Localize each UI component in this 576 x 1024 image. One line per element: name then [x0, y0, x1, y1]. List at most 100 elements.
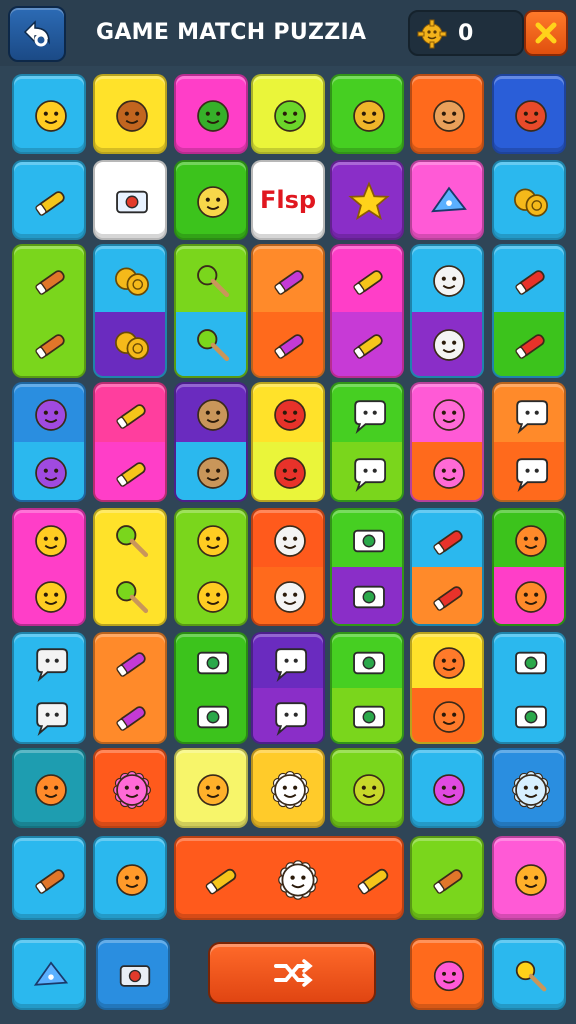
tile-sausage-and-cat[interactable] — [410, 508, 484, 626]
tile-hammer-and-virus[interactable] — [93, 382, 167, 502]
tile-sushi-roll[interactable] — [492, 74, 566, 154]
device-icon — [119, 965, 151, 987]
snowflake-face-icon — [512, 771, 550, 809]
crayon-icon — [35, 270, 65, 295]
back-button[interactable] — [8, 6, 66, 62]
coins-icon — [115, 331, 149, 360]
tile-pen-and-torch[interactable] — [251, 244, 325, 378]
lollipop-icon — [116, 524, 149, 557]
tile-horn-and-pink-face[interactable] — [410, 632, 484, 744]
tile-lion[interactable] — [492, 836, 566, 920]
tile-ghost-and-fish[interactable] — [12, 632, 86, 744]
tile-smiley-and-blue-blob[interactable] — [174, 508, 248, 626]
green-blob-icon — [274, 100, 306, 132]
tile-coins-and-cross[interactable] — [93, 244, 167, 378]
tile-eyes-and-ghost[interactable] — [251, 632, 325, 744]
smiley-face-icon — [197, 581, 229, 614]
tile-purple-crayon[interactable] — [12, 836, 86, 920]
camera-icon — [353, 586, 385, 609]
bottom-cheese-block[interactable] — [12, 938, 86, 1010]
camera-icon — [197, 705, 229, 729]
tile-cat-and-crossbones[interactable] — [410, 244, 484, 378]
cheese-icon — [33, 961, 69, 986]
tile-green-blob[interactable] — [251, 74, 325, 154]
tile-purple-crayon-2[interactable] — [410, 836, 484, 920]
bottom-alarm-clock[interactable] — [410, 938, 484, 1010]
tile-brown-bear[interactable] — [93, 74, 167, 154]
lollipop-icon — [116, 581, 149, 614]
bat-icon — [274, 524, 306, 557]
tile-sun-face[interactable] — [251, 748, 325, 828]
tile-hamster[interactable] — [330, 74, 404, 154]
bat-icon — [274, 581, 306, 614]
shuffle-button[interactable] — [208, 942, 376, 1004]
tile-marker-and-ghost[interactable] — [330, 244, 404, 378]
lion-icon — [515, 864, 547, 896]
tile-smiley-face[interactable] — [12, 74, 86, 154]
tile-camera-and-checkbox[interactable] — [174, 632, 248, 744]
tile-bread-bun[interactable] — [410, 74, 484, 154]
horn-icon — [433, 701, 465, 733]
tile-camera-and-fish[interactable] — [492, 632, 566, 744]
camera-icon — [197, 651, 229, 675]
camera-icon — [353, 705, 385, 729]
tile-berry-and-banana[interactable] — [251, 382, 325, 502]
tile-cheese[interactable] — [410, 160, 484, 240]
tile-speech-and-key[interactable] — [330, 382, 404, 502]
candy-icon — [116, 652, 146, 677]
tile-bat-and-blue-face[interactable] — [251, 508, 325, 626]
speech-bubble-icon — [354, 458, 387, 492]
tile-photo-card[interactable] — [93, 160, 167, 240]
tile-fish-and-monkey[interactable] — [492, 508, 566, 626]
tile-pink-dragon[interactable] — [410, 748, 484, 828]
tile-candy-and-strawberry[interactable] — [93, 632, 167, 744]
tile-lollipop-and-strawberry[interactable] — [93, 508, 167, 626]
coins-icon — [514, 188, 548, 217]
berry-icon — [274, 456, 306, 489]
score-value: 0 — [458, 21, 474, 46]
close-button[interactable] — [524, 10, 568, 56]
tile-marker[interactable] — [12, 160, 86, 240]
tile-lollipop-and-bird[interactable] — [174, 244, 248, 378]
tile-bird-and-banana[interactable] — [12, 508, 86, 626]
pen-icon — [274, 270, 304, 295]
tile-orange-blob[interactable] — [174, 748, 248, 828]
tile-snowflake-face[interactable] — [492, 748, 566, 828]
bottom-device[interactable] — [96, 938, 170, 1010]
sun-flower-icon — [113, 771, 151, 809]
key-icon — [515, 960, 547, 992]
tile-pear[interactable] — [330, 748, 404, 828]
smiley-face-icon — [197, 524, 229, 557]
tile-flsp-card[interactable]: Flsp — [251, 160, 325, 240]
tile-camera-and-pink-face[interactable] — [330, 508, 404, 626]
tile-power-tile[interactable] — [174, 836, 404, 920]
tile-camera-and-rock[interactable] — [330, 632, 404, 744]
shuffle-icon — [274, 959, 313, 987]
marker-icon — [353, 270, 383, 295]
bottom-key[interactable] — [492, 938, 566, 1010]
photo-card-icon — [116, 190, 148, 214]
tile-coins[interactable] — [492, 160, 566, 240]
cheese-icon — [431, 186, 467, 213]
back-arrow-icon — [23, 20, 50, 47]
tile-sausage-and-swirl[interactable] — [492, 244, 566, 378]
tile-sun-flower[interactable] — [93, 748, 167, 828]
close-icon — [535, 22, 557, 44]
tile-fish-face[interactable] — [12, 748, 86, 828]
tile-giraffe[interactable] — [174, 160, 248, 240]
purple-blob-icon — [35, 456, 67, 489]
tile-star[interactable] — [330, 160, 404, 240]
alarm-clock-icon — [433, 960, 465, 992]
tile-bubble-and-strawberry[interactable] — [492, 382, 566, 502]
sausage-icon — [433, 586, 463, 612]
hammer-icon — [116, 404, 146, 429]
speech-bubble-icon — [354, 400, 387, 435]
tile-green-leaf[interactable] — [174, 74, 248, 154]
tile-crayon-and-cylinder[interactable] — [12, 244, 86, 378]
candy-icon — [116, 706, 146, 731]
tile-purple-blob-and-cat[interactable] — [12, 382, 86, 502]
tile-pink-blob-and-jar[interactable] — [410, 382, 484, 502]
tile-toast-and-sausage[interactable] — [174, 382, 248, 502]
purple-blob-icon — [35, 399, 67, 431]
tile-orange-monster[interactable] — [93, 836, 167, 920]
